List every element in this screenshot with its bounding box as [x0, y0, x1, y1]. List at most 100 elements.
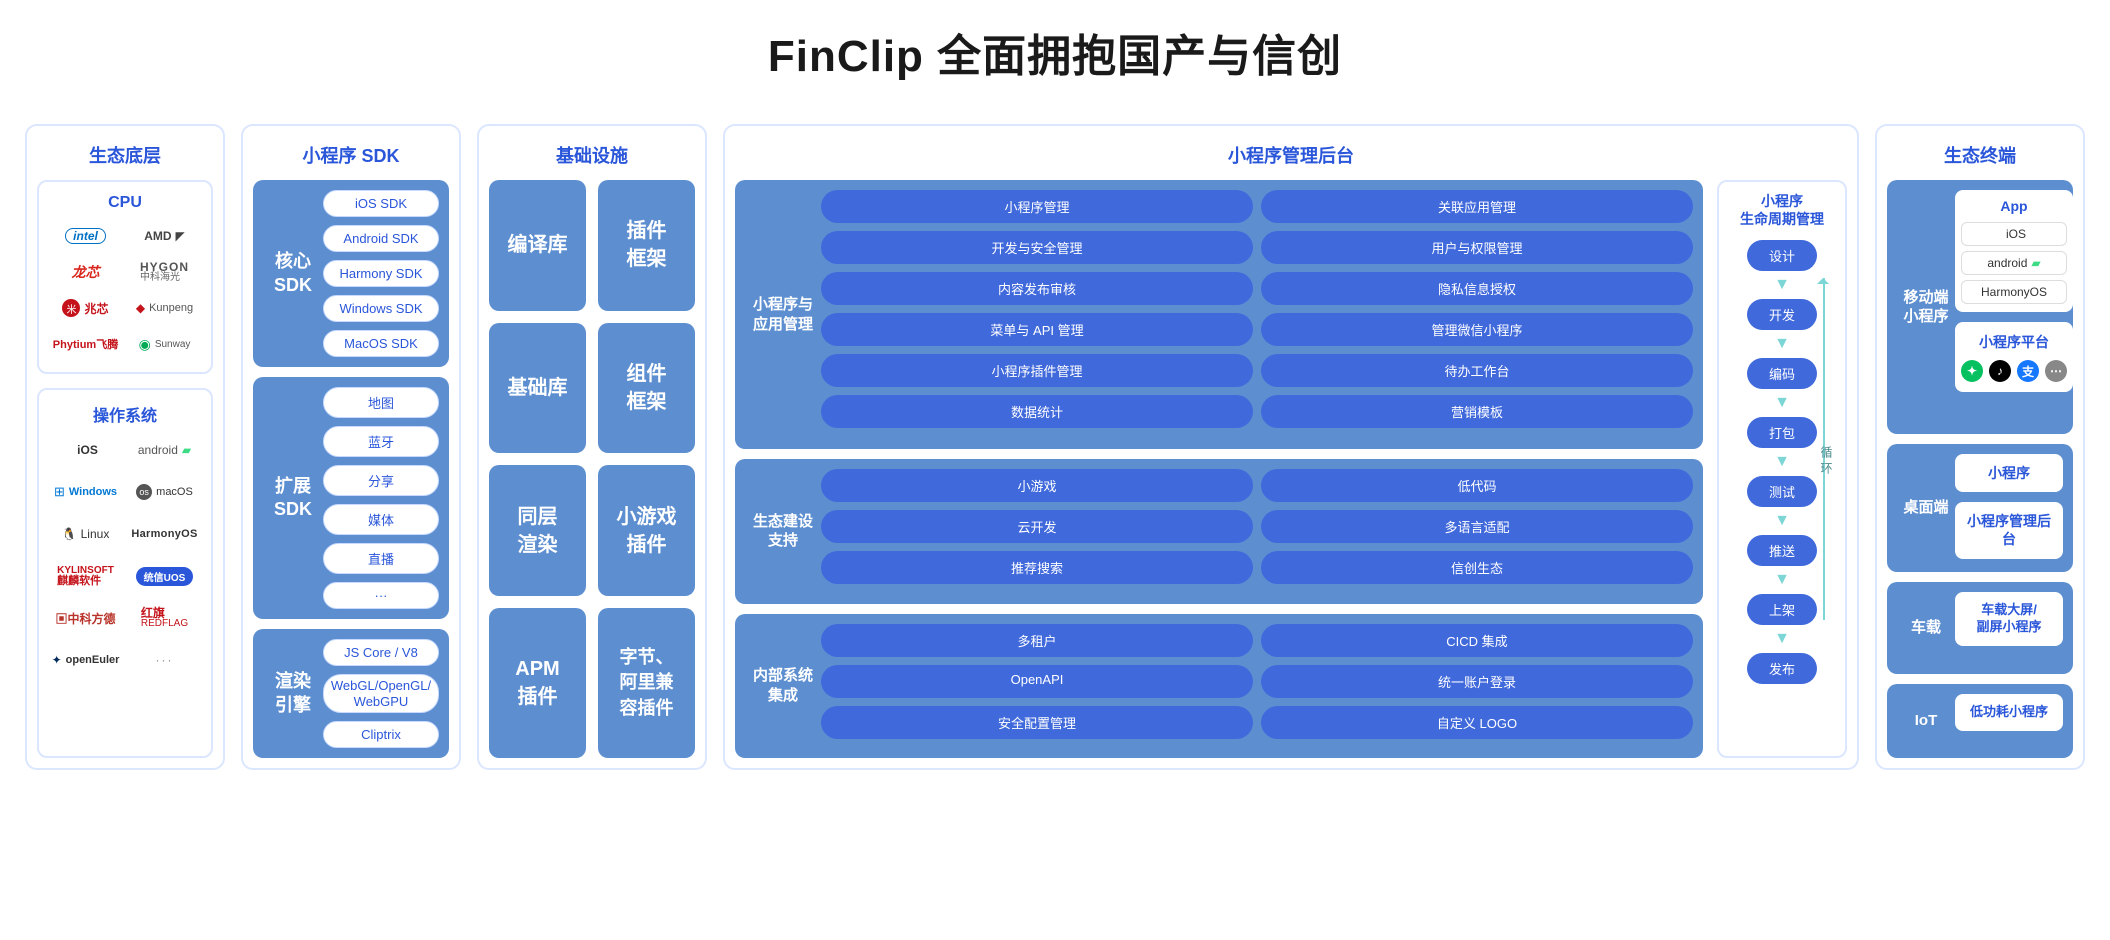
sdk-item: Cliptrix	[323, 721, 439, 748]
mgmt-item: 安全配置管理	[821, 706, 1253, 739]
logo-loongson: 龙芯	[49, 258, 122, 286]
mgmt-row: 小程序与 应用管理 小程序管理 关联应用管理 开发与安全管理 用户与权限管理 内…	[735, 180, 1847, 758]
app-card: App iOS android▰ HarmonyOS	[1955, 190, 2073, 312]
term-item: 车载大屏/ 副屏小程序	[1955, 592, 2063, 646]
lifecycle-card: 小程序 生命周期管理 循环 设计 ▼ 开发 ▼ 编码 ▼ 打包 ▼ 测试 ▼ 推…	[1717, 180, 1847, 758]
col-mgmt: 小程序管理后台 小程序与 应用管理 小程序管理 关联应用管理 开发与安全管理 用…	[723, 124, 1859, 770]
sdk-item: Windows SDK	[323, 295, 439, 322]
sdk-item: 直播	[323, 543, 439, 574]
os-ios: iOS	[1961, 222, 2067, 246]
mgmt-item: 待办工作台	[1261, 354, 1693, 387]
arrow-down-icon: ▼	[1774, 336, 1790, 352]
render-label: 渲染 引擎	[263, 639, 323, 748]
logo-windows: ⊞Windows	[49, 478, 122, 506]
life-step: 编码	[1747, 358, 1817, 389]
sdk-item: 媒体	[323, 504, 439, 535]
mgmt-item: 推荐搜索	[821, 551, 1253, 584]
mgmt-item: 小游戏	[821, 469, 1253, 502]
mgmt-item: OpenAPI	[821, 665, 1253, 698]
mgmt-item: 用户与权限管理	[1261, 231, 1693, 264]
mgmt-item: 自定义 LOGO	[1261, 706, 1693, 739]
logo-openeuler: ✦openEuler	[49, 646, 122, 674]
infra-tile: 小游戏 插件	[598, 465, 695, 596]
col-header: 基础设施	[489, 136, 695, 180]
mgmt-internal-block: 内部系统 集成 多租户 CICD 集成 OpenAPI 统一账户登录 安全配置管…	[735, 614, 1703, 759]
life-step: 打包	[1747, 417, 1817, 448]
mgmt-label: 生态建设 支持	[745, 469, 821, 594]
mgmt-item: 数据统计	[821, 395, 1253, 428]
arrow-down-icon: ▼	[1774, 395, 1790, 411]
mgmt-label: 小程序与 应用管理	[745, 190, 821, 439]
col-header: 小程序 SDK	[253, 136, 449, 180]
logo-android: android▰	[128, 436, 201, 464]
logo-linux: 🐧Linux	[49, 520, 122, 548]
logo-redflag: 红旗REDFLAG	[128, 604, 201, 632]
term-item: 小程序	[1955, 454, 2063, 492]
alipay-icon: 支	[2017, 360, 2039, 382]
logo-kunpeng: ◆Kunpeng	[128, 294, 201, 322]
col-sdk: 小程序 SDK 核心 SDK iOS SDK Android SDK Harmo…	[241, 124, 461, 770]
ext-sdk-label: 扩展 SDK	[263, 387, 323, 609]
mgmt-item: 多租户	[821, 624, 1253, 657]
diagram-canvas: 生态底层 CPU intel AMD◤ 龙芯 HYGON中科海光 米兆芯 ◆Ku…	[25, 124, 2085, 770]
render-engine-block: 渲染 引擎 JS Core / V8 WebGL/OpenGL/ WebGPU …	[253, 629, 449, 758]
term-label: 桌面端	[1897, 454, 1955, 562]
logo-uos: 统信UOS	[128, 562, 201, 590]
logo-phytium: Phytium飞腾	[49, 330, 122, 358]
platform-card: 小程序平台 ✦ ♪ 支 ⋯	[1955, 322, 2073, 392]
mgmt-eco-block: 生态建设 支持 小游戏 低代码 云开发 多语言适配 推荐搜索 信创生态	[735, 459, 1703, 604]
term-desktop-block: 桌面端 小程序 小程序管理后台	[1887, 444, 2073, 572]
sdk-item: ···	[323, 582, 439, 609]
logo-zhaoxin: 米兆芯	[49, 294, 122, 322]
term-iot-block: IoT 低功耗小程序	[1887, 684, 2073, 758]
col-header: 小程序管理后台	[735, 136, 1847, 180]
life-step: 推送	[1747, 535, 1817, 566]
infra-tile: 编译库	[489, 180, 586, 311]
lifecycle-steps: 循环 设计 ▼ 开发 ▼ 编码 ▼ 打包 ▼ 测试 ▼ 推送 ▼ 上架 ▼ 发布	[1731, 240, 1833, 684]
col-terminal: 生态终端 移动端 小程序 App iOS android▰ HarmonyOS …	[1875, 124, 2085, 770]
app-header: App	[1961, 198, 2067, 214]
mgmt-item: 统一账户登录	[1261, 665, 1693, 698]
infra-tile: 组件 框架	[598, 323, 695, 454]
ext-sdk-block: 扩展 SDK 地图 蓝牙 分享 媒体 直播 ···	[253, 377, 449, 619]
arrow-down-icon: ▼	[1774, 572, 1790, 588]
arrow-down-icon: ▼	[1774, 513, 1790, 529]
life-step: 测试	[1747, 476, 1817, 507]
logo-ios: iOS	[49, 436, 122, 464]
logo-more: ···	[128, 646, 201, 674]
wechat-icon: ✦	[1961, 360, 1983, 382]
term-mobile-block: 移动端 小程序 App iOS android▰ HarmonyOS 小程序平台…	[1887, 180, 2073, 434]
mgmt-item: 开发与安全管理	[821, 231, 1253, 264]
os-header: 操作系统	[49, 398, 201, 436]
mgmt-app-block: 小程序与 应用管理 小程序管理 关联应用管理 开发与安全管理 用户与权限管理 内…	[735, 180, 1703, 449]
mgmt-item: 关联应用管理	[1261, 190, 1693, 223]
mgmt-item: 内容发布审核	[821, 272, 1253, 305]
infra-tile: 插件 框架	[598, 180, 695, 311]
mgmt-item: 低代码	[1261, 469, 1693, 502]
logo-harmonyos: HarmonyOS	[128, 520, 201, 548]
mgmt-item: 小程序插件管理	[821, 354, 1253, 387]
life-step: 设计	[1747, 240, 1817, 271]
infra-tile: 基础库	[489, 323, 586, 454]
logo-sunway: ◉Sunway	[128, 330, 201, 358]
os-android: android▰	[1961, 251, 2067, 275]
logo-amd: AMD◤	[128, 222, 201, 250]
logo-kylinsoft: KYLINSOFT麒麟软件	[49, 562, 122, 590]
mgmt-item: 隐私信息授权	[1261, 272, 1693, 305]
logo-zhongkefangde: ▣中科方德	[49, 604, 122, 632]
lifecycle-header: 小程序 生命周期管理	[1740, 192, 1824, 228]
infra-tile: 同层 渲染	[489, 465, 586, 596]
mgmt-item: CICD 集成	[1261, 624, 1693, 657]
core-sdk-label: 核心 SDK	[263, 190, 323, 357]
term-car-block: 车载 车载大屏/ 副屏小程序	[1887, 582, 2073, 674]
sdk-item: MacOS SDK	[323, 330, 439, 357]
sdk-item: 地图	[323, 387, 439, 418]
diagram-title: FinClip 全面拥抱国产与信创	[25, 20, 2085, 84]
col-header: 生态终端	[1887, 136, 2073, 180]
cpu-header: CPU	[49, 190, 201, 222]
mgmt-groups: 小程序与 应用管理 小程序管理 关联应用管理 开发与安全管理 用户与权限管理 内…	[735, 180, 1703, 758]
logo-intel: intel	[49, 222, 122, 250]
term-item: 低功耗小程序	[1955, 694, 2063, 731]
col-infra: 基础设施 编译库 插件 框架 基础库 组件 框架 同层 渲染 小游戏 插件 AP…	[477, 124, 707, 770]
life-step: 上架	[1747, 594, 1817, 625]
